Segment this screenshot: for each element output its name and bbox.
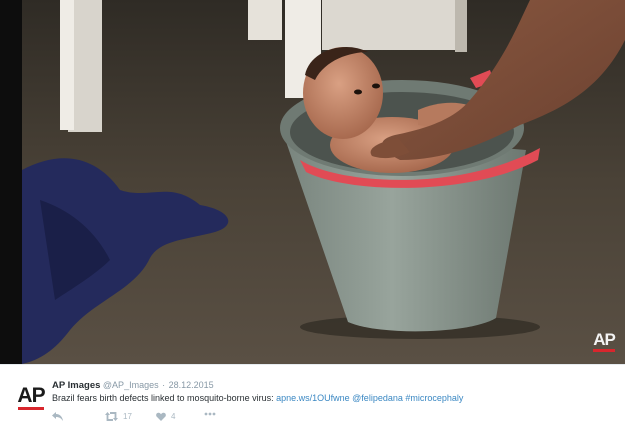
- ap-watermark: AP: [593, 330, 616, 352]
- tweet-card: AP AP Images @AP_Images · 28.12.2015 Bra…: [0, 364, 625, 430]
- tweet-date[interactable]: 28.12.2015: [169, 380, 214, 390]
- like-count: 4: [171, 412, 176, 421]
- like-button[interactable]: 4: [156, 412, 175, 421]
- reply-button[interactable]: [52, 412, 63, 421]
- tweet-header: AP Images @AP_Images · 28.12.2015: [52, 380, 214, 391]
- more-icon: [204, 412, 216, 416]
- more-button[interactable]: [204, 412, 216, 416]
- tweet-text: Brazil fears birth defects linked to mos…: [52, 393, 463, 403]
- retweet-count: 17: [123, 412, 132, 421]
- author-handle[interactable]: @AP_Images: [103, 380, 159, 390]
- header-separator: ·: [162, 380, 166, 390]
- author-name[interactable]: AP Images: [52, 380, 100, 391]
- ap-watermark-text: AP: [593, 330, 616, 349]
- tweet-hashtag[interactable]: #microcephaly: [405, 393, 463, 403]
- heart-icon: [156, 412, 166, 421]
- tweet-link[interactable]: apne.ws/1OUfwne: [276, 393, 350, 403]
- ap-watermark-bar: [593, 349, 615, 352]
- photo-illustration: [0, 0, 625, 364]
- reply-icon: [52, 412, 63, 421]
- avatar[interactable]: AP: [17, 384, 46, 410]
- avatar-bar: [18, 407, 44, 410]
- retweet-button[interactable]: 17: [105, 412, 132, 421]
- tweet-mention[interactable]: @felipedana: [352, 393, 403, 403]
- tweet-photo[interactable]: AP: [0, 0, 625, 364]
- avatar-text: AP: [17, 384, 45, 407]
- retweet-icon: [105, 412, 118, 421]
- tweet-text-prefix: Brazil fears birth defects linked to mos…: [52, 393, 277, 403]
